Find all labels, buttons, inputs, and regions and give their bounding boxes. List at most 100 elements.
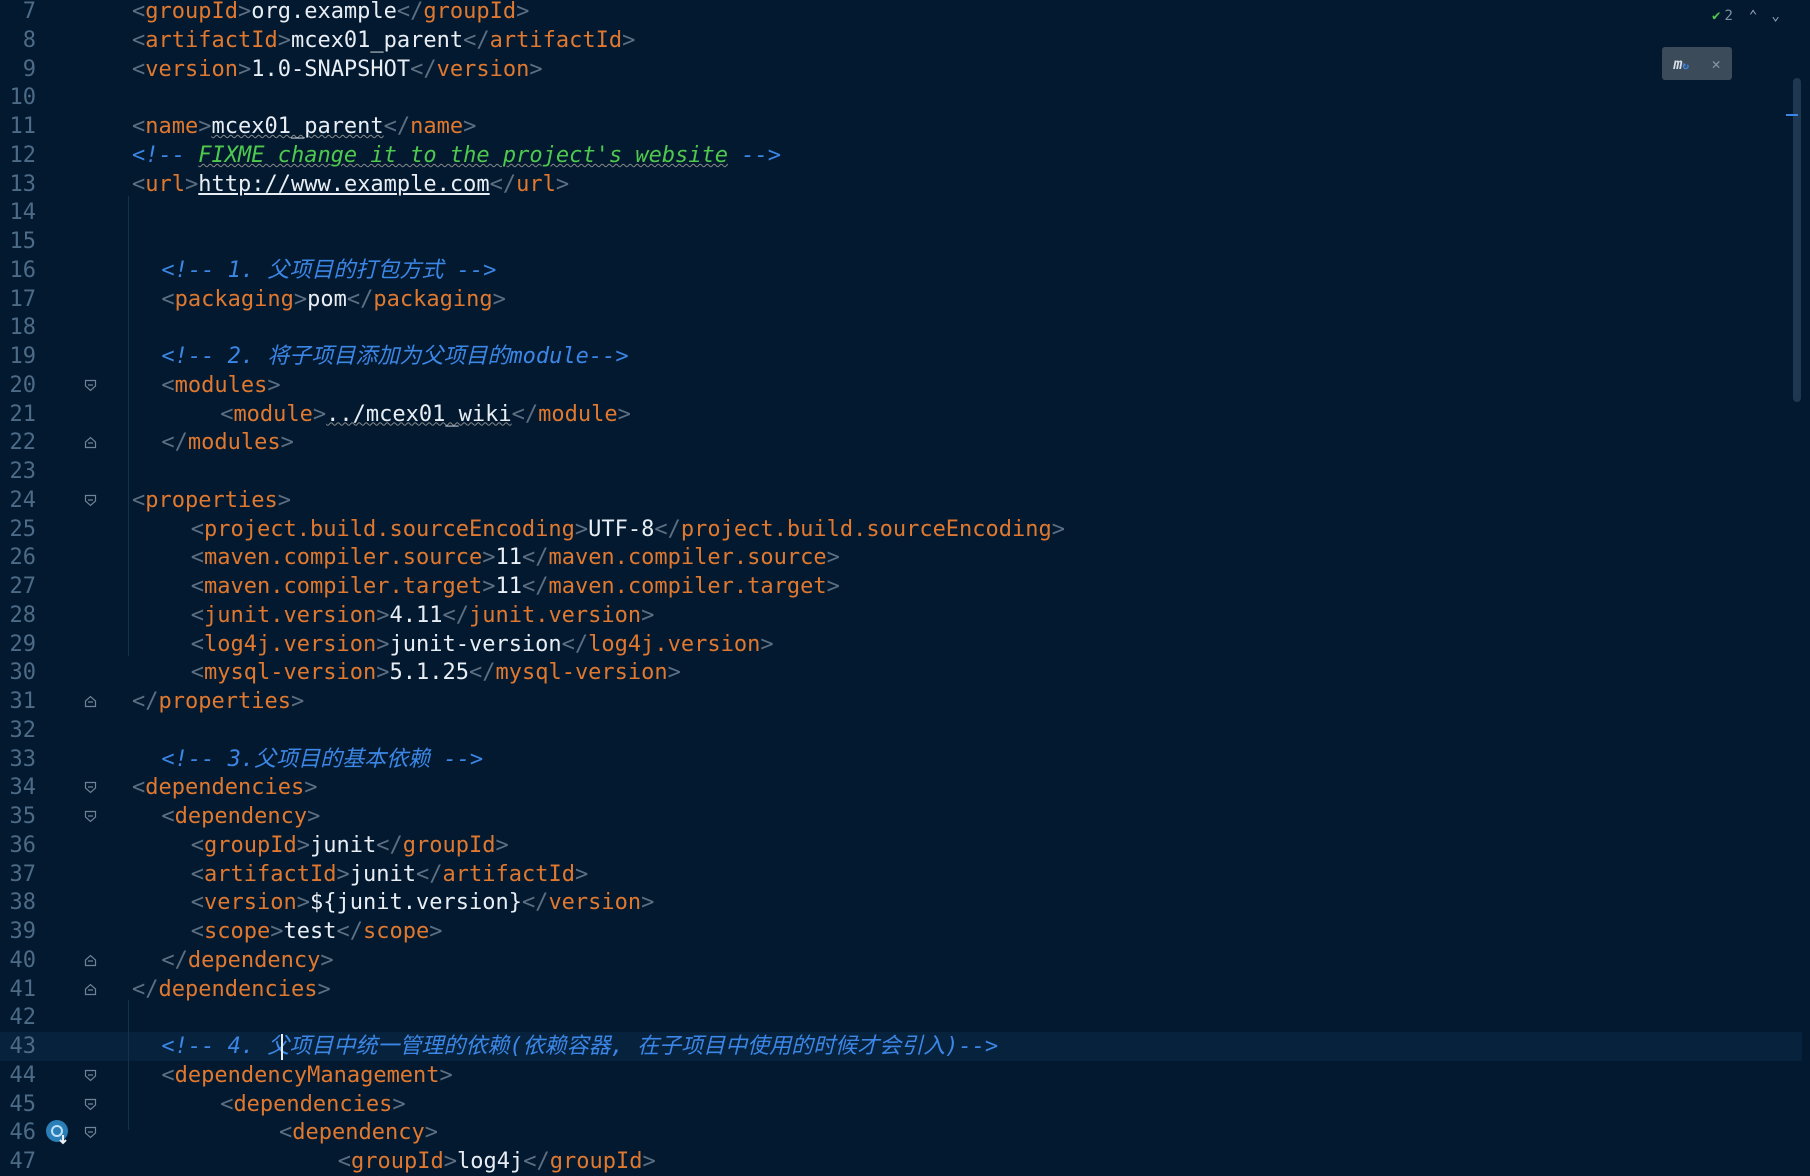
- line-number: 30: [9, 660, 37, 686]
- code-line[interactable]: 18: [0, 313, 1802, 342]
- code-line[interactable]: 19 <!-- 2. 将子项目添加为父项目的module-->: [0, 342, 1802, 371]
- tag-bracket: </: [161, 947, 188, 973]
- chevron-up-icon[interactable]: ⌃: [1749, 8, 1757, 24]
- code-line[interactable]: 14: [0, 198, 1802, 227]
- code-line[interactable]: 40 </dependency>: [0, 946, 1802, 975]
- tag-bracket: >: [429, 919, 443, 944]
- fold-close-icon[interactable]: [84, 954, 97, 967]
- code-line[interactable]: 12 <!-- FIXME change it to the project's …: [0, 141, 1802, 170]
- code-line[interactable]: 41 </dependencies>: [0, 975, 1802, 1004]
- code-line[interactable]: 32: [0, 716, 1802, 745]
- code-line[interactable]: 26 <maven.compiler.source>11</maven.compi…: [0, 543, 1802, 572]
- tag-bracket: </: [161, 430, 188, 456]
- close-icon[interactable]: ✕: [1712, 55, 1721, 73]
- xml-value: junit: [349, 861, 416, 887]
- code-line[interactable]: 44 <dependencyManagement>: [0, 1061, 1802, 1090]
- code-line[interactable]: 45 <dependencies>: [0, 1090, 1802, 1119]
- code-line[interactable]: 46 <dependency>: [0, 1118, 1802, 1147]
- tag-bracket: >: [317, 976, 331, 1002]
- line-number: 20: [9, 372, 37, 398]
- code-line[interactable]: 17 <packaging>pom</packaging>: [0, 285, 1802, 314]
- tag-bracket: >: [304, 775, 318, 801]
- maven-reload-icon[interactable]: m↻: [1673, 55, 1689, 73]
- code-line[interactable]: 31 </properties>: [0, 687, 1802, 716]
- code-line[interactable]: 7 <groupId>org.example</groupId>: [0, 0, 1802, 26]
- tag-bracket: >: [198, 114, 212, 139]
- code-line[interactable]: 11 <name>mcex01_parent</name>: [0, 112, 1802, 141]
- code-content: <log4j.version>junit-version</log4j.vers…: [191, 630, 774, 659]
- line-number: 29: [9, 631, 37, 657]
- override-gutter-icon[interactable]: [45, 1119, 71, 1145]
- code-content: <url>http://www.example.com</url>: [132, 170, 569, 199]
- current-code-line[interactable]: 43 <!-- 4. 父项目中统一管理的依赖(依赖容器, 在子项目中使用的时候才会…: [0, 1032, 1802, 1061]
- code-line[interactable]: 8 <artifactId>mcex01_parent</artifactId>: [0, 26, 1802, 55]
- fold-open-icon[interactable]: [84, 1069, 97, 1082]
- code-line[interactable]: 20 <modules>: [0, 371, 1802, 400]
- fold-open-icon[interactable]: [84, 781, 97, 794]
- xml-tag-name: name: [410, 114, 464, 139]
- code-line[interactable]: 23: [0, 457, 1802, 486]
- code-line[interactable]: 10: [0, 83, 1802, 112]
- code-line[interactable]: 38 <version>${junit.version}</version>: [0, 888, 1802, 917]
- tag-bracket: <: [190, 602, 205, 628]
- code-editor[interactable]: 7 <groupId>org.example</groupId> 8 <artifac…: [0, 0, 1810, 1174]
- fold-close-icon[interactable]: [84, 436, 97, 449]
- code-line[interactable]: 36 <groupId>junit</groupId>: [0, 831, 1802, 860]
- code-line[interactable]: 9 <version>1.0-SNAPSHOT</version>: [0, 55, 1802, 84]
- scrollbar-error-stripe-mark[interactable]: [1786, 114, 1798, 116]
- code-line[interactable]: 22 </modules>: [0, 428, 1802, 457]
- xml-tag-name: url: [516, 171, 556, 197]
- xml-tag-name: packaging: [373, 286, 493, 312]
- tag-bracket: >: [296, 832, 311, 858]
- xml-value: mcex01_parent: [211, 114, 384, 139]
- code-line[interactable]: 13 <url>http://www.example.com</url>: [0, 170, 1802, 199]
- code-line[interactable]: 25 <project.build.sourceEncoding>UTF-8</p…: [0, 515, 1802, 544]
- chevron-down-icon[interactable]: ⌄: [1771, 8, 1779, 24]
- xml-tag-name: dependency: [292, 1120, 425, 1146]
- xml-tag-name: dependencies: [233, 1091, 393, 1117]
- code-line[interactable]: 21 <module>../mcex01_wiki</module>: [0, 400, 1802, 429]
- fold-close-icon[interactable]: [84, 983, 97, 996]
- code-content: <packaging>pom</packaging>: [161, 285, 505, 314]
- vertical-scrollbar[interactable]: [1793, 78, 1801, 402]
- code-line[interactable]: 33 <!-- 3.父项目的基本依赖 -->: [0, 745, 1802, 774]
- code-line[interactable]: 47 <groupId>log4j</groupId>: [0, 1147, 1802, 1176]
- line-number: 40: [9, 947, 37, 973]
- code-line[interactable]: 30 <mysql-version>5.1.25</mysql-version>: [0, 658, 1802, 687]
- fold-open-icon[interactable]: [84, 1098, 97, 1111]
- code-line[interactable]: 29 <log4j.version>junit-version</log4j.ve…: [0, 630, 1802, 659]
- tag-bracket: >: [424, 1120, 438, 1146]
- code-line[interactable]: 34 <dependencies>: [0, 773, 1802, 802]
- code-line[interactable]: 37 <artifactId>junit</artifactId>: [0, 860, 1802, 889]
- fold-close-icon[interactable]: [84, 695, 97, 708]
- code-line[interactable]: 39 <scope>test</scope>: [0, 917, 1802, 946]
- code-line[interactable]: 28 <junit.version>4.11</junit.version>: [0, 601, 1802, 630]
- tag-bracket: >: [622, 27, 636, 53]
- xml-tag-name: mysql-version: [495, 660, 668, 686]
- tag-bracket: <: [279, 1120, 293, 1146]
- line-number: 39: [9, 919, 37, 944]
- comment-open: <!--: [161, 257, 228, 283]
- tag-bracket: <: [132, 56, 146, 82]
- tag-bracket: <: [132, 0, 146, 24]
- inspection-widget[interactable]: ✔ 2 ⌃ ⌄: [1712, 6, 1780, 26]
- fold-open-icon[interactable]: [84, 810, 97, 823]
- code-line[interactable]: 24 <properties>: [0, 486, 1802, 515]
- xml-tag-name: groupId: [423, 0, 517, 24]
- code-line[interactable]: 35 <dependency>: [0, 802, 1802, 831]
- tag-bracket: >: [320, 947, 334, 973]
- fold-open-icon[interactable]: [84, 379, 97, 392]
- tag-bracket: >: [574, 516, 589, 542]
- url-link: http://www.example.com: [198, 171, 490, 197]
- xml-tag-name: groupId: [145, 0, 238, 24]
- code-line[interactable]: 15: [0, 227, 1802, 256]
- code-line[interactable]: 16 <!-- 1. 父项目的打包方式 -->: [0, 256, 1802, 285]
- fold-open-icon[interactable]: [84, 494, 97, 507]
- fold-open-icon[interactable]: [84, 1126, 97, 1139]
- tag-bracket: </: [442, 602, 469, 628]
- tag-bracket: <: [132, 114, 146, 139]
- code-line[interactable]: 42: [0, 1003, 1802, 1032]
- tag-bracket: >: [642, 1149, 656, 1174]
- xml-tag-name: properties: [158, 689, 291, 714]
- code-line[interactable]: 27 <maven.compiler.target>11</maven.compi…: [0, 572, 1802, 601]
